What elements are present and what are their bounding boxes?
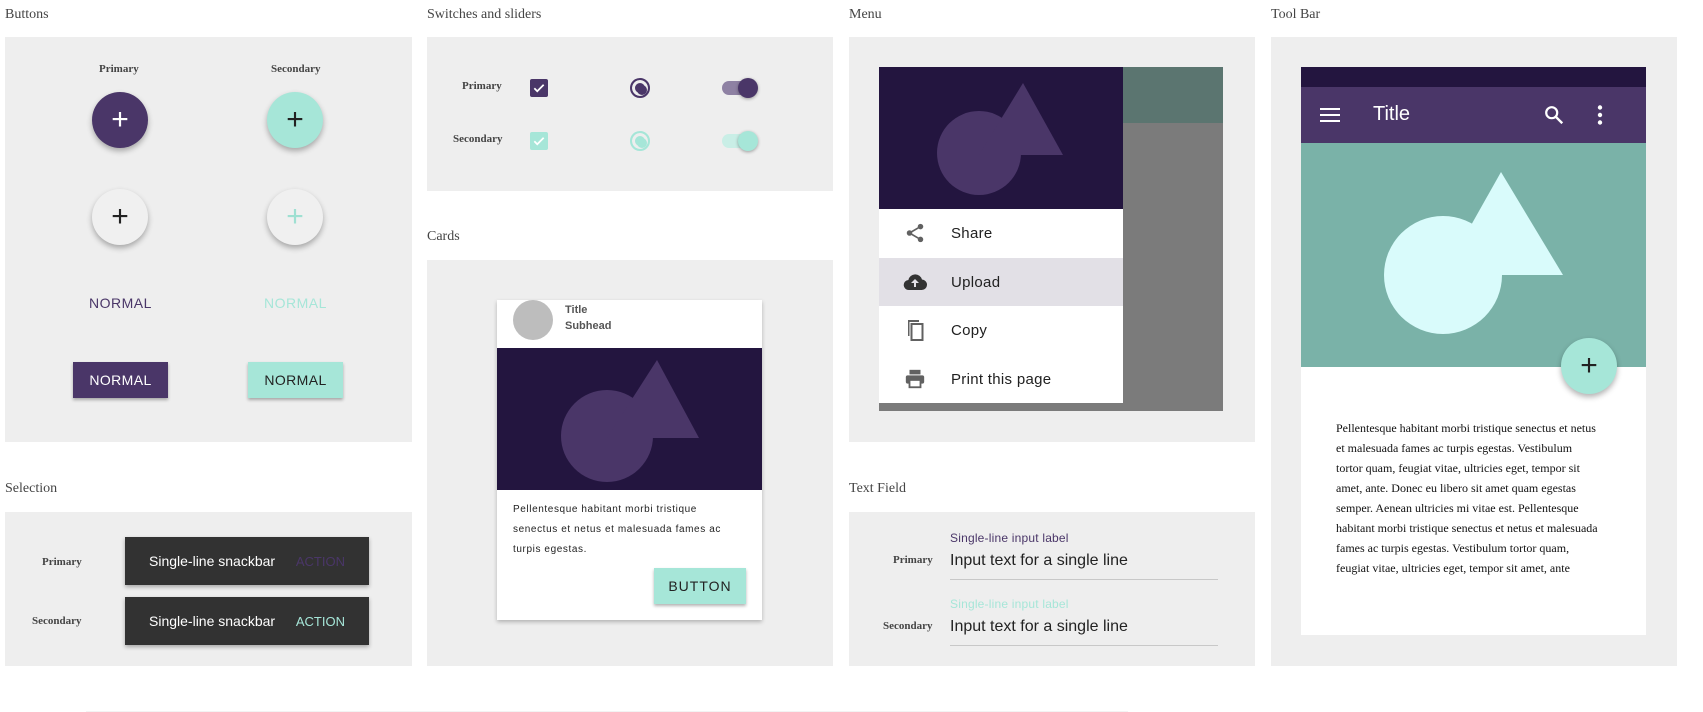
- phone-frame: Title + Pellentesque habitant morbi tris…: [1301, 67, 1646, 635]
- row-label-primary: Primary: [462, 80, 502, 92]
- menu-item-print[interactable]: Print this page: [879, 355, 1123, 403]
- search-icon[interactable]: [1543, 104, 1565, 131]
- hero-image: [1301, 143, 1646, 367]
- plus-icon: +: [111, 103, 129, 136]
- selection-panel: Primary Secondary Single-line snackbar A…: [5, 512, 412, 666]
- fab-secondary[interactable]: +: [267, 92, 323, 148]
- app-bar-title: Title: [1373, 103, 1411, 125]
- flat-button-primary[interactable]: NORMAL: [89, 295, 152, 311]
- menu-item-label: Upload: [951, 273, 1001, 291]
- menu-item-share[interactable]: Share: [879, 209, 1123, 257]
- share-icon: [879, 222, 951, 244]
- snackbar-primary: Single-line snackbar ACTION: [125, 537, 369, 585]
- toolbar-body-text: Pellentesque habitant morbi tristique se…: [1336, 421, 1598, 575]
- column-label-secondary: Secondary: [271, 63, 321, 75]
- more-vert-icon[interactable]: [1596, 104, 1604, 131]
- row-label-primary: Primary: [42, 556, 82, 568]
- flat-button-secondary[interactable]: NORMAL: [264, 295, 327, 311]
- raised-button-secondary[interactable]: NORMAL: [248, 362, 343, 398]
- menu-icon[interactable]: [1319, 105, 1341, 130]
- menu-list: Share Upload Copy Print this page: [879, 209, 1123, 403]
- input-underline: [950, 645, 1218, 646]
- snackbar-text: Single-line snackbar: [149, 613, 276, 629]
- menu-item-upload[interactable]: Upload: [879, 258, 1123, 306]
- input-underline: [950, 579, 1218, 580]
- menu-item-label: Copy: [951, 321, 988, 339]
- backdrop-top-strip: [1123, 67, 1223, 123]
- plus-icon: +: [286, 200, 304, 233]
- section-title-buttons: Buttons: [5, 7, 49, 22]
- switch-thumb[interactable]: [738, 131, 758, 151]
- print-icon: [879, 368, 951, 390]
- row-label-primary: Primary: [893, 554, 933, 566]
- input-value[interactable]: Input text for a single line: [950, 552, 1128, 570]
- switches-panel: Primary Secondary: [427, 37, 833, 191]
- shapes-illustration: [1384, 172, 1563, 334]
- shapes-illustration: [561, 360, 699, 482]
- card-subhead: Subhead: [565, 320, 612, 332]
- section-title-switches: Switches and sliders: [427, 7, 542, 22]
- input-label: Single-line input label: [950, 597, 1069, 611]
- menu-item-label: Share: [951, 224, 993, 242]
- raised-button-primary[interactable]: NORMAL: [73, 362, 168, 398]
- radio-secondary[interactable]: [630, 131, 650, 151]
- card: Title Subhead Pellentesque habitant morb…: [497, 300, 762, 620]
- checkbox-primary[interactable]: [530, 79, 548, 97]
- input-value[interactable]: Input text for a single line: [950, 618, 1128, 636]
- snackbar-action[interactable]: ACTION: [296, 554, 345, 569]
- shapes-illustration: [937, 83, 1063, 195]
- menu-panel: Share Upload Copy Print this page: [849, 37, 1255, 442]
- card-action-button[interactable]: BUTTON: [654, 568, 746, 604]
- menu-item-label: Print this page: [951, 370, 1052, 388]
- input-label: Single-line input label: [950, 531, 1069, 545]
- snackbar-action[interactable]: ACTION: [296, 614, 345, 629]
- textfield-panel: Primary Secondary Single-line input labe…: [849, 512, 1255, 666]
- app-bar: Title: [1301, 87, 1646, 143]
- column-label-primary: Primary: [99, 63, 139, 75]
- section-title-textfield: Text Field: [849, 481, 906, 496]
- snackbar-text: Single-line snackbar: [149, 553, 276, 569]
- toolbar-fab[interactable]: +: [1561, 338, 1617, 394]
- avatar: [513, 300, 553, 340]
- section-title-toolbar: Tool Bar: [1271, 7, 1321, 22]
- fab-light-primary[interactable]: +: [92, 189, 148, 245]
- section-title-menu: Menu: [849, 7, 882, 22]
- menu-item-copy[interactable]: Copy: [879, 306, 1123, 354]
- fab-light-secondary[interactable]: +: [267, 189, 323, 245]
- copy-icon: [879, 318, 951, 342]
- card-media: [497, 348, 762, 490]
- check-icon: [533, 84, 545, 93]
- fab-primary[interactable]: +: [92, 92, 148, 148]
- cloud-upload-icon: [879, 272, 951, 292]
- radio-primary[interactable]: [630, 78, 650, 98]
- row-label-secondary: Secondary: [453, 133, 503, 145]
- plus-icon: +: [286, 103, 304, 136]
- plus-icon: +: [1580, 349, 1598, 382]
- cards-panel: Title Subhead Pellentesque habitant morb…: [427, 260, 833, 666]
- status-bar: [1301, 67, 1646, 87]
- plus-icon: +: [111, 200, 129, 233]
- menu-header-media: [879, 67, 1123, 209]
- row-label-secondary: Secondary: [32, 615, 82, 627]
- check-icon: [533, 137, 545, 146]
- checkbox-secondary[interactable]: [530, 132, 548, 150]
- buttons-panel: Primary Secondary + + + + NORMAL NORMAL …: [5, 37, 412, 442]
- card-title: Title: [565, 304, 588, 316]
- toolbar-panel: Title + Pellentesque habitant morbi tris…: [1271, 37, 1677, 666]
- section-title-selection: Selection: [5, 481, 58, 496]
- card-body: Pellentesque habitant morbi tristique se…: [513, 504, 721, 555]
- snackbar-secondary: Single-line snackbar ACTION: [125, 597, 369, 645]
- section-title-cards: Cards: [427, 229, 460, 244]
- switch-thumb[interactable]: [738, 78, 758, 98]
- row-label-secondary: Secondary: [883, 620, 933, 632]
